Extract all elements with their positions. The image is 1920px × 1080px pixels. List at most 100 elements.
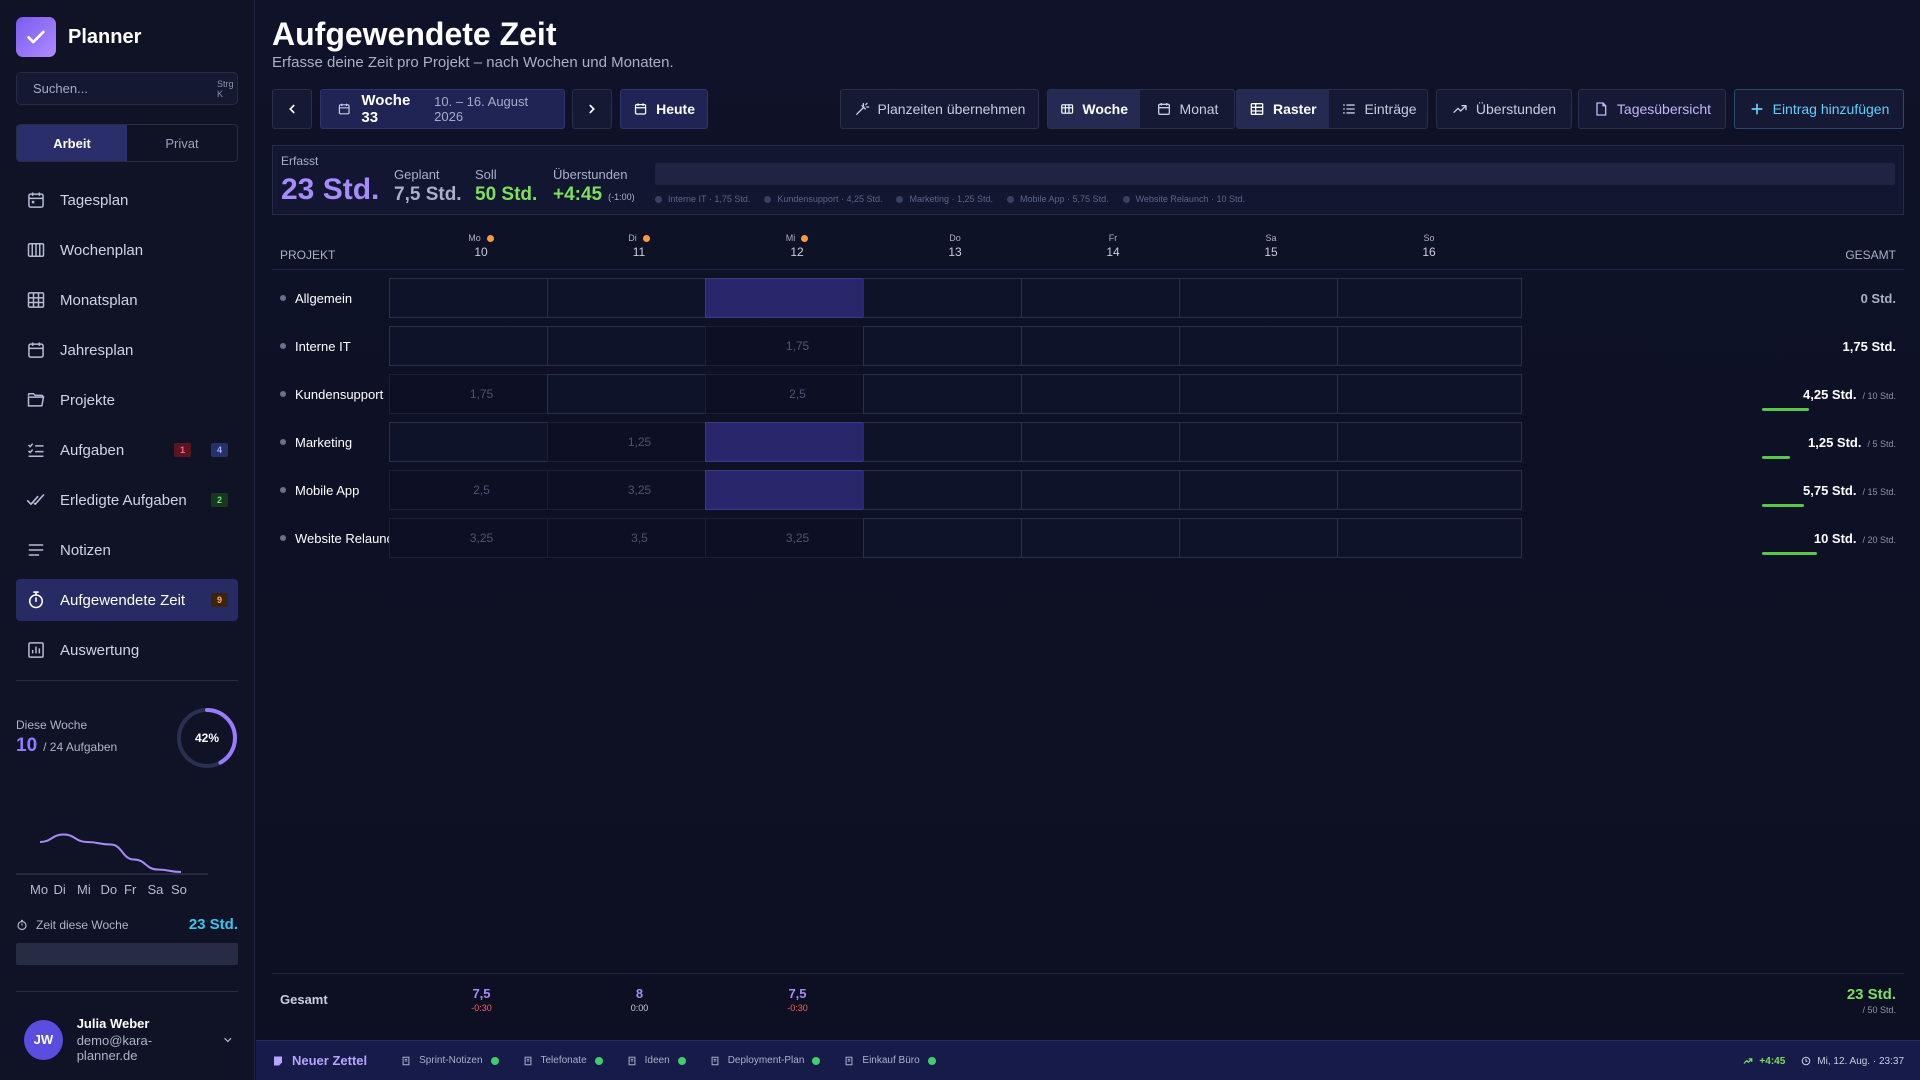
note-label: Deployment-Plan [727, 1055, 805, 1066]
view-woche-button[interactable]: Woche [1048, 90, 1140, 128]
row-total-value: 5,75 Std. [1803, 482, 1857, 498]
day-header[interactable]: Mo 10 [389, 233, 573, 259]
day-header[interactable]: Fr 14 [1021, 233, 1205, 259]
day-name-text: Do [949, 233, 961, 243]
search-box[interactable]: Strg K [16, 72, 238, 105]
day-name: Mo [389, 233, 573, 243]
main-content: Aufgewendete Zeit Erfasse deine Zeit pro… [256, 0, 1920, 1040]
workspace-arbeit[interactable]: Arbeit [17, 125, 127, 161]
legend-dot [896, 195, 904, 203]
document-icon [1596, 102, 1607, 116]
day-header[interactable]: Sa 15 [1179, 233, 1363, 259]
time-badge: 9 [210, 593, 228, 607]
time-cell[interactable] [1337, 518, 1522, 558]
time-cell[interactable] [1337, 326, 1522, 366]
calendar-week-icon [27, 243, 45, 257]
sparkline-days: Mo Di Mi Do Fr Sa So [30, 882, 195, 897]
note-tab[interactable]: Sprint-Notizen [401, 1055, 499, 1066]
workspace-privat[interactable]: Privat [127, 125, 237, 161]
sidebar-divider [16, 680, 238, 681]
sidebar-item-aufgaben[interactable]: Aufgaben 1 4 [16, 429, 238, 471]
sidebar-item-auswertung[interactable]: Auswertung [16, 629, 238, 671]
prev-week-button[interactable] [272, 89, 312, 129]
legend-item: Kundensupport · 4,25 Std. [764, 194, 882, 204]
view-switch: Woche Monat [1047, 89, 1235, 129]
time-cell[interactable] [1337, 278, 1522, 318]
week-label: Woche 33 [361, 92, 411, 126]
note-tab[interactable]: Ideen [627, 1055, 686, 1066]
next-week-button[interactable] [572, 89, 612, 129]
datetime-value: Mi, 12. Aug. · 23:37 [1817, 1055, 1904, 1067]
project-name[interactable]: Interne IT [280, 326, 351, 366]
day-name-text: Mo [468, 233, 481, 243]
sidebar-item-projekte[interactable]: Projekte [16, 379, 238, 421]
ueberstunden-button[interactable]: Überstunden [1436, 89, 1572, 129]
today-button[interactable]: Heute [620, 89, 708, 129]
day-name-text: So [1423, 233, 1435, 243]
sidebar-item-notizen[interactable]: Notizen [16, 529, 238, 571]
row-total-value: 0 Std. [1860, 290, 1896, 306]
week-picker[interactable]: Woche 33 10. – 16. August 2026 [320, 89, 565, 129]
day-header[interactable]: So 16 [1337, 233, 1521, 259]
sidebar-item-erledigte-aufgaben[interactable]: Erledigte Aufgaben 2 [16, 479, 238, 521]
search-input[interactable] [33, 81, 209, 96]
footer-day-value: 7,5 [788, 986, 807, 1001]
note-status-dot [677, 1056, 686, 1065]
day-number: 11 [632, 245, 646, 259]
project-name[interactable]: Marketing [280, 422, 352, 462]
calendar-week-icon [1061, 104, 1074, 114]
project-name[interactable]: Website Relaunch [280, 518, 400, 558]
sidebar-item-aufgewendete-zeit[interactable]: Aufgewendete Zeit 9 [16, 579, 238, 621]
calendar-day-icon [28, 192, 44, 208]
day-header[interactable]: Mi 12 [705, 233, 889, 259]
sidebar-item-monatsplan[interactable]: Monatsplan [16, 279, 238, 321]
grid-footer: Gesamt 23 Std. / 50 Std. 7,5 -0:30 8 0:00 7,… [272, 973, 1904, 1033]
sidebar-item-tagesplan[interactable]: Tagesplan [16, 179, 238, 221]
note-tab[interactable]: Einkauf Büro [844, 1055, 936, 1066]
row-progress-bar [1762, 408, 1809, 411]
project-label: Allgemein [295, 290, 353, 306]
day-header[interactable]: Do 13 [863, 233, 1047, 259]
project-name[interactable]: Kundensupport [280, 374, 383, 414]
time-week-label: Zeit diese Woche [36, 917, 129, 932]
mode-eintraege-button[interactable]: Einträge [1329, 90, 1429, 128]
search-shortcut: Strg K [217, 78, 234, 99]
day-number: 13 [948, 245, 962, 259]
note-label: Ideen [644, 1055, 670, 1066]
time-cell[interactable] [1337, 470, 1522, 510]
day-name: Fr [1021, 233, 1205, 243]
view-monat-button[interactable]: Monat [1140, 90, 1234, 128]
note-status-dot [812, 1056, 821, 1065]
new-note-button[interactable]: Neuer Zettel [272, 1053, 367, 1068]
add-entry-button[interactable]: Eintrag hinzufügen [1734, 89, 1904, 129]
datetime-status: Mi, 12. Aug. · 23:37 [1801, 1056, 1904, 1067]
planzeiten-button[interactable]: Planzeiten übernehmen [840, 89, 1039, 129]
row-total-value: 4,25 Std. [1803, 386, 1857, 402]
sidebar-divider [16, 991, 238, 992]
project-name[interactable]: Mobile App [280, 470, 359, 510]
day-indicator-dot [642, 234, 650, 242]
user-menu[interactable]: JW Julia Weber demo@kara-planner.de [24, 1016, 234, 1063]
project-name[interactable]: Allgemein [280, 278, 352, 318]
tagesuebersicht-button[interactable]: Tagesübersicht [1578, 89, 1726, 129]
day-number: 16 [1422, 245, 1436, 259]
sidebar-item-wochenplan[interactable]: Wochenplan [16, 229, 238, 271]
sidebar-item-jahresplan[interactable]: Jahresplan [16, 329, 238, 371]
done-badge: 2 [210, 493, 228, 507]
spark-day: So [171, 882, 187, 897]
row-total: 4,25 Std. / 10 Std. [1803, 374, 1896, 414]
day-header[interactable]: Di 11 [547, 233, 731, 259]
note-tab[interactable]: Deployment-Plan [710, 1055, 821, 1066]
chevron-right-icon [589, 104, 595, 114]
mode-raster-button[interactable]: Raster [1237, 90, 1329, 128]
table-row: Marketing 1,25 1,25 Std./ 5 Std. [272, 422, 1904, 462]
note-status-dot [594, 1056, 603, 1065]
time-cell[interactable] [1337, 374, 1522, 414]
row-total: 10 Std. / 20 Std. [1814, 518, 1896, 558]
time-cell[interactable] [1337, 422, 1522, 462]
note-tab[interactable]: Telefonate [523, 1055, 603, 1066]
brand[interactable]: Planner [16, 17, 141, 57]
day-name: Do [863, 233, 1047, 243]
footer-day-diff: -0:30 [787, 1003, 808, 1013]
chevron-down-icon[interactable] [222, 1034, 234, 1046]
